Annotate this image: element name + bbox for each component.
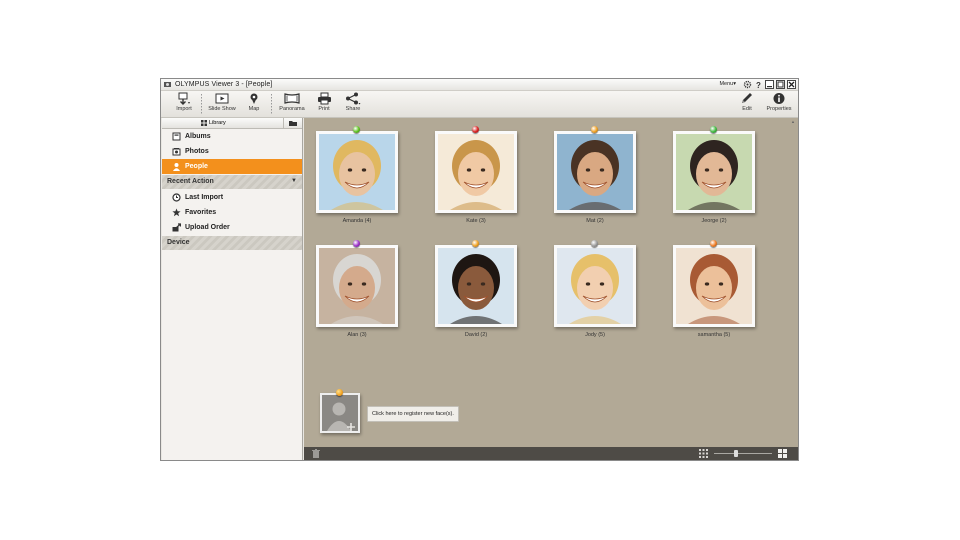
svg-text:?: ? bbox=[756, 81, 761, 89]
pushpin-icon bbox=[472, 126, 479, 133]
trash-icon[interactable] bbox=[312, 449, 320, 458]
sidebar-item-people[interactable]: People bbox=[162, 159, 302, 174]
register-face-button[interactable] bbox=[320, 389, 360, 433]
person-photo bbox=[438, 248, 514, 324]
sidebar-item-albums[interactable]: Albums bbox=[162, 129, 302, 144]
panorama-icon bbox=[284, 93, 300, 104]
share-icon bbox=[346, 92, 361, 105]
person-photo bbox=[438, 134, 514, 210]
person-name-label[interactable]: Amanda (4) bbox=[297, 218, 417, 224]
app-window: OLYMPUS Viewer 3 - [People] Menu▾ ? Impo… bbox=[160, 78, 799, 461]
person-photo-frame[interactable] bbox=[673, 245, 755, 327]
map-button[interactable]: Map bbox=[243, 92, 265, 112]
person-icon bbox=[173, 163, 180, 171]
help-icon[interactable]: ? bbox=[754, 80, 763, 89]
person-name-label[interactable]: Jody (5) bbox=[535, 332, 655, 338]
person-name-label[interactable]: Mat (2) bbox=[535, 218, 655, 224]
person-photo-frame[interactable] bbox=[316, 245, 398, 327]
star-icon bbox=[172, 208, 181, 217]
scroll-up-icon[interactable]: ▲ bbox=[791, 119, 795, 124]
person-photo bbox=[676, 134, 752, 210]
print-button[interactable]: Print bbox=[313, 92, 335, 112]
zoom-slider[interactable] bbox=[714, 453, 772, 454]
panorama-button[interactable]: Panorama bbox=[277, 92, 307, 112]
share-button[interactable]: Share bbox=[342, 92, 364, 112]
pushpin-icon bbox=[353, 126, 360, 133]
person-name-label[interactable]: Jeorge (2) bbox=[654, 218, 774, 224]
toolbar-separator bbox=[201, 94, 202, 114]
section-recent-action[interactable]: Recent Action ▼ bbox=[162, 175, 302, 189]
pushpin-icon bbox=[353, 240, 360, 247]
small-thumbnails-icon[interactable] bbox=[699, 449, 708, 458]
person-name-label[interactable]: David (2) bbox=[416, 332, 536, 338]
close-icon[interactable] bbox=[787, 80, 796, 89]
people-grid: ▲ Amanda (4) Kate (3) Mat (2) Jeorge (2) Ala… bbox=[304, 118, 798, 447]
minimize-icon[interactable] bbox=[765, 80, 774, 89]
album-icon bbox=[172, 132, 181, 141]
folder-icon bbox=[289, 121, 297, 126]
import-button[interactable]: Import bbox=[171, 92, 197, 112]
settings-icon[interactable] bbox=[743, 80, 752, 89]
grid-icon bbox=[201, 120, 207, 126]
person-photo-frame[interactable] bbox=[554, 245, 636, 327]
orange-pushpin-icon bbox=[336, 389, 343, 396]
add-person-icon bbox=[322, 395, 358, 431]
person-name-label[interactable]: Alan (3) bbox=[297, 332, 417, 338]
person-photo bbox=[319, 248, 395, 324]
sidebar-item-photos[interactable]: Photos bbox=[162, 144, 302, 159]
sidebar-item-last-import[interactable]: Last Import bbox=[162, 190, 302, 205]
toolbar: Import Slide Show Map Panorama Print Sha… bbox=[161, 91, 798, 118]
register-face-hint[interactable]: Click here to register new face(s). bbox=[367, 406, 459, 422]
sidebar: Library Albums Photos People Recent Acti… bbox=[162, 118, 303, 460]
person-name-label[interactable]: Kate (3) bbox=[416, 218, 536, 224]
person-photo-frame[interactable] bbox=[316, 131, 398, 213]
pushpin-icon bbox=[472, 240, 479, 247]
library-tab-label: Library bbox=[209, 120, 226, 126]
menu-button[interactable]: Menu▾ bbox=[719, 81, 736, 87]
person-photo bbox=[319, 134, 395, 210]
pushpin-icon bbox=[710, 126, 717, 133]
map-pin-icon bbox=[250, 93, 258, 104]
section-device[interactable]: Device bbox=[162, 236, 302, 250]
person-photo bbox=[557, 248, 633, 324]
upload-icon bbox=[172, 223, 181, 232]
edit-button[interactable]: Edit bbox=[736, 92, 758, 112]
sidebar-item-upload-order[interactable]: Upload Order bbox=[162, 220, 302, 235]
person-photo-frame[interactable] bbox=[554, 131, 636, 213]
person-photo-frame[interactable] bbox=[673, 131, 755, 213]
clock-icon bbox=[172, 193, 181, 202]
window-title: OLYMPUS Viewer 3 - [People] bbox=[175, 80, 273, 88]
title-bar: OLYMPUS Viewer 3 - [People] Menu▾ ? bbox=[161, 79, 798, 91]
library-tab[interactable]: Library bbox=[162, 118, 302, 129]
slideshow-icon bbox=[215, 93, 229, 104]
chevron-down-icon[interactable]: ▼ bbox=[291, 178, 297, 184]
print-icon bbox=[317, 92, 331, 105]
info-icon bbox=[773, 93, 785, 104]
app-icon bbox=[164, 82, 171, 87]
pushpin-icon bbox=[591, 126, 598, 133]
import-icon bbox=[178, 92, 190, 105]
large-thumbnails-icon[interactable] bbox=[778, 449, 787, 458]
person-name-label[interactable]: samantha (5) bbox=[654, 332, 774, 338]
pushpin-icon bbox=[591, 240, 598, 247]
person-photo-frame[interactable] bbox=[435, 245, 517, 327]
folder-tab[interactable] bbox=[283, 118, 302, 128]
pencil-icon bbox=[742, 93, 752, 103]
photos-icon bbox=[172, 148, 181, 156]
toolbar-separator bbox=[271, 94, 272, 114]
maximize-icon[interactable] bbox=[776, 80, 785, 89]
properties-button[interactable]: Properties bbox=[764, 92, 794, 112]
pushpin-icon bbox=[710, 240, 717, 247]
sidebar-item-favorites[interactable]: Favorites bbox=[162, 205, 302, 220]
slideshow-button[interactable]: Slide Show bbox=[206, 92, 238, 112]
person-photo bbox=[676, 248, 752, 324]
bottom-bar bbox=[304, 447, 798, 460]
zoom-slider-thumb[interactable] bbox=[734, 450, 738, 457]
person-photo-frame[interactable] bbox=[435, 131, 517, 213]
person-photo bbox=[557, 134, 633, 210]
